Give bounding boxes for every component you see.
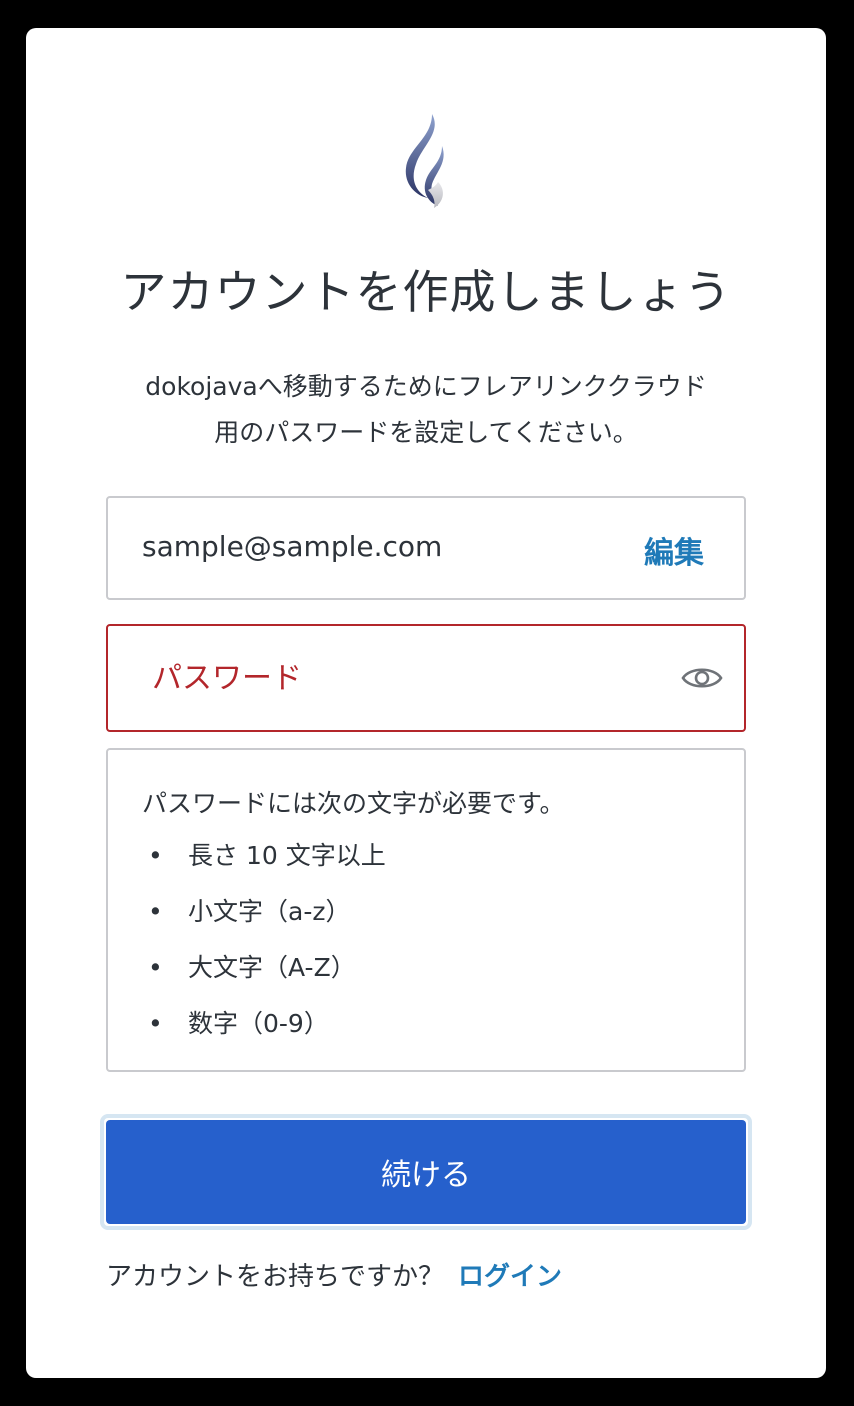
password-input[interactable] — [130, 652, 674, 704]
edit-email-link[interactable]: 編集 — [644, 528, 704, 572]
password-field — [106, 624, 746, 732]
requirements-heading: パスワードには次の文字が必要です。 — [142, 789, 565, 818]
requirement-digit: 数字（0-9） — [188, 1009, 329, 1038]
eye-icon[interactable] — [680, 658, 724, 698]
requirement-uppercase: 大文字（A-Z） — [188, 953, 356, 982]
subtitle-line-1: dokojavaへ移動するためにフレアリンククラウド — [145, 372, 707, 401]
login-prompt: アカウントをお持ちですか？ — [106, 1262, 445, 1292]
bullet: • — [148, 1009, 163, 1038]
login-footer: アカウントをお持ちですか？ ログイン — [106, 1256, 562, 1293]
requirement-lowercase: 小文字（a-z） — [188, 897, 351, 926]
requirement-length: 長さ 10 文字以上 — [188, 841, 386, 870]
continue-button-focus-ring: 続ける — [100, 1114, 752, 1230]
bullet: • — [148, 841, 163, 870]
signup-card: アカウントを作成しましょう dokojavaへ移動するためにフレアリンククラウド… — [26, 28, 826, 1378]
continue-button[interactable]: 続ける — [106, 1120, 746, 1224]
bullet: • — [148, 953, 163, 982]
page-title: アカウントを作成しましょう — [120, 265, 732, 319]
password-requirements: パスワードには次の文字が必要です。 • 長さ 10 文字以上 • 小文字（a-z… — [106, 748, 746, 1072]
flame-logo-icon — [405, 114, 444, 208]
subtitle-line-2: 用のパスワードを設定してください。 — [214, 418, 638, 447]
email-value: sample@sample.com — [142, 530, 443, 563]
email-field: sample@sample.com 編集 — [106, 496, 746, 600]
login-link[interactable]: ログイン — [458, 1262, 562, 1292]
page-subtitle: dokojavaへ移動するためにフレアリンククラウド 用のパスワードを設定してく… — [86, 364, 766, 456]
bullet: • — [148, 897, 163, 926]
